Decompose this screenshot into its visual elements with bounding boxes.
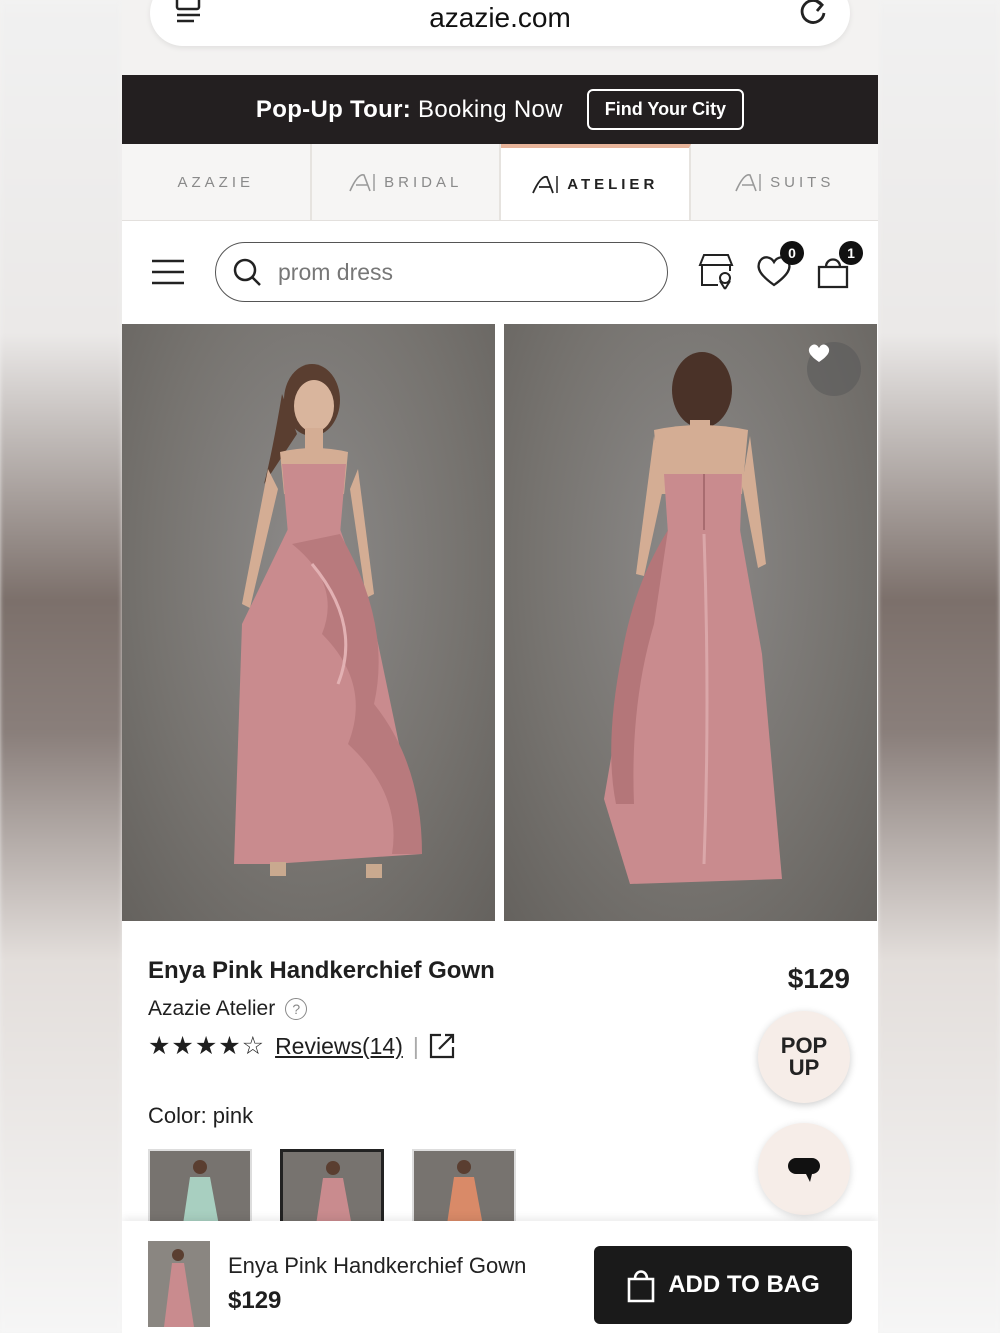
swatch-image (315, 1161, 352, 1226)
bag-count-badge: 1 (839, 241, 863, 265)
thumbnail-image (164, 1249, 194, 1327)
tab-label: AZAZIE (177, 173, 254, 191)
swatch-pink[interactable] (280, 1149, 384, 1229)
address-bar[interactable]: azazie.com (150, 0, 850, 46)
help-icon[interactable]: ? (285, 998, 308, 1020)
azazie-logo-icon (532, 175, 558, 194)
tab-label: ATELIER (567, 175, 659, 193)
azazie-logo-icon (735, 174, 761, 192)
background-right (878, 0, 1000, 1333)
swatch-image (446, 1160, 484, 1227)
color-swatches (148, 1149, 516, 1229)
pop-up-button[interactable]: POP UP (758, 1011, 850, 1103)
search-icon[interactable] (232, 257, 262, 287)
pop-up-line2: UP (788, 1055, 820, 1080)
external-link-icon[interactable] (429, 1033, 455, 1059)
menu-icon[interactable] (150, 257, 186, 287)
tab-bridal[interactable]: BRIDAL (312, 144, 501, 220)
promo-text: Pop-Up Tour: Booking Now (256, 96, 563, 124)
tab-suits[interactable]: SUITS (691, 144, 879, 220)
browser-chrome: azazie.com (122, 0, 878, 75)
phone-screen: azazie.com Pop-Up Tour: Booking Now Find… (122, 0, 878, 1333)
product-gallery[interactable] (122, 324, 878, 921)
promo-title: Pop-Up Tour: (255, 95, 412, 123)
azazie-logo-icon (349, 174, 375, 192)
reload-icon[interactable] (798, 0, 828, 26)
find-city-button[interactable]: Find Your City (586, 89, 745, 130)
sticky-add-bar: Enya Pink Handkerchief Gown $129 ADD TO … (122, 1221, 878, 1333)
product-price: $129 (787, 963, 850, 994)
chat-button[interactable] (758, 1123, 850, 1215)
heart-icon (808, 344, 830, 362)
brand-line: Azazie Atelier ? (148, 997, 308, 1021)
swatch-image (182, 1160, 220, 1227)
tab-label: SUITS (770, 173, 835, 191)
wishlist-count-badge: 0 (780, 241, 804, 265)
swatch-mint[interactable] (148, 1149, 252, 1229)
sticky-product-name: Enya Pink Handkerchief Gown (228, 1253, 527, 1278)
store-locator-icon[interactable] (696, 251, 736, 291)
search-bar[interactable] (215, 242, 668, 302)
promo-banner: Pop-Up Tour: Booking Now Find Your City (122, 75, 878, 144)
add-to-bag-button[interactable]: ADD TO BAG (594, 1246, 852, 1324)
sticky-thumbnail (148, 1241, 210, 1327)
model-front-image (234, 364, 422, 878)
color-label: Color: pink (148, 1103, 254, 1128)
pop-up-line1: POP (780, 1033, 828, 1058)
brand-tabs: AZAZIE BRIDAL ATELIER SUITS (122, 144, 878, 221)
swatch-orange[interactable] (412, 1149, 516, 1229)
star-rating: ★★★★☆ (148, 1032, 266, 1060)
site-header: 0 1 (122, 221, 878, 324)
divider: | (412, 1032, 419, 1059)
chat-icon (788, 1158, 820, 1182)
url-text[interactable]: azazie.com (150, 2, 850, 34)
product-title: Enya Pink Handkerchief Gown (148, 957, 495, 984)
reviews-link[interactable]: Reviews(14) (275, 1033, 403, 1060)
tab-atelier[interactable]: ATELIER (501, 144, 691, 220)
search-input[interactable] (278, 258, 618, 286)
model-back-image (604, 352, 782, 884)
add-to-wishlist-button[interactable] (807, 342, 861, 396)
shopping-bag-icon (627, 1270, 655, 1303)
tab-azazie[interactable]: AZAZIE (122, 144, 312, 220)
background-left (0, 0, 122, 1333)
product-info: Enya Pink Handkerchief Gown $129 Azazie … (122, 921, 878, 1229)
sticky-product-price: $129 (228, 1287, 282, 1314)
add-to-bag-label: ADD TO BAG (668, 1271, 820, 1298)
product-photo-front[interactable] (122, 324, 495, 921)
product-photo-back[interactable] (504, 324, 877, 921)
rating-line: ★★★★☆ Reviews(14) | (148, 1031, 455, 1061)
bag-button[interactable]: 1 (813, 241, 863, 291)
tab-label: BRIDAL (384, 173, 463, 191)
wishlist-button[interactable]: 0 (754, 241, 804, 291)
promo-subtitle: Booking Now (411, 95, 563, 123)
brand-name[interactable]: Azazie Atelier (148, 997, 275, 1021)
